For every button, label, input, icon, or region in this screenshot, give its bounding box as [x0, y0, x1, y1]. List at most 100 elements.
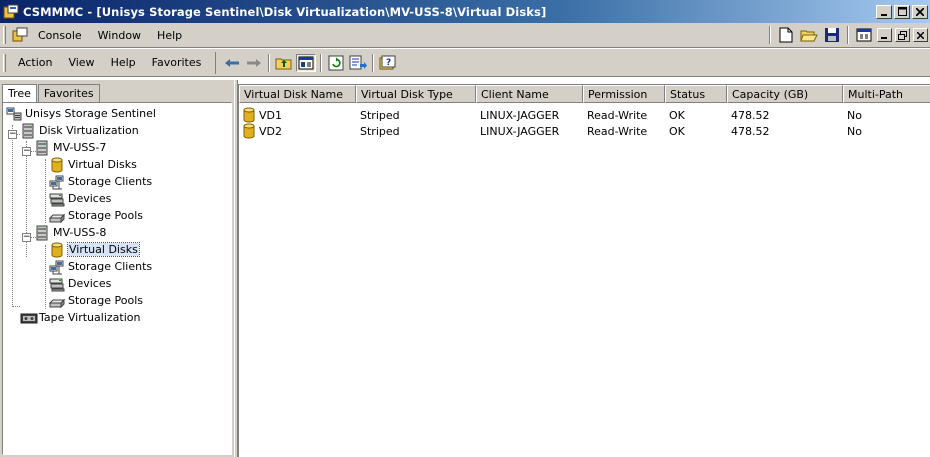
collapse-toggle[interactable]: −	[8, 130, 17, 139]
tree-node-devices[interactable]: Devices	[49, 275, 111, 292]
help-button[interactable]: ?	[378, 54, 398, 72]
table-cell-virtual-disk-type: Striped	[360, 107, 476, 123]
menu-view[interactable]: View	[60, 54, 102, 71]
collapse-toggle[interactable]: −	[22, 147, 31, 156]
virtual-disk-icon	[49, 242, 65, 258]
tab-tree-label: Tree	[8, 87, 31, 100]
tree-node-label: Devices	[68, 277, 112, 290]
save-button[interactable]	[822, 26, 842, 44]
up-one-level-button[interactable]	[274, 54, 294, 72]
column-header-client-name[interactable]: Client Name	[476, 85, 583, 103]
tree-node-label: Devices	[68, 192, 112, 205]
new-button[interactable]	[776, 26, 796, 44]
column-header-capacity-gb[interactable]: Capacity (GB)	[727, 85, 843, 103]
server-icon	[34, 225, 50, 241]
table-cell-virtual-disk-name: VD1	[242, 107, 355, 123]
table-cell-multi-path: No	[847, 107, 930, 123]
tree-node-label: Disk Virtualization	[39, 124, 139, 137]
tree-connector	[12, 125, 13, 307]
toolbar-separator	[769, 26, 771, 44]
tree-connector	[45, 159, 46, 223]
table-cell-client-name: LINUX-JAGGER	[480, 107, 583, 123]
column-header-status[interactable]: Status	[665, 85, 727, 103]
csmmmc-app-icon	[3, 4, 19, 20]
tree-node-label: Tape Virtualization	[39, 311, 141, 324]
table-cell-text: VD2	[259, 124, 282, 138]
open-button[interactable]	[799, 26, 819, 44]
close-icon	[916, 7, 924, 16]
table-cell-client-name: LINUX-JAGGER	[480, 123, 583, 139]
tree-node-unisys-storage-sentinel[interactable]: Unisys Storage Sentinel	[6, 105, 156, 122]
refresh-button[interactable]	[326, 54, 346, 72]
column-header-virtual-disk-type[interactable]: Virtual Disk Type	[356, 85, 476, 103]
menu-action-label: Action	[18, 56, 53, 69]
export-list-button[interactable]	[348, 54, 368, 72]
tree-node-storage-clients[interactable]: Storage Clients	[49, 173, 152, 190]
virtual-disk-icon	[242, 123, 256, 139]
new-document-icon	[779, 27, 793, 43]
tree-node-storage-pools[interactable]: Storage Pools	[48, 207, 143, 224]
mdi-close-button[interactable]	[913, 28, 928, 42]
column-header-multi-path[interactable]: Multi-Path	[843, 85, 930, 103]
maximize-button[interactable]	[894, 4, 910, 19]
menu-console[interactable]: Console	[30, 27, 90, 44]
menu-window[interactable]: Window	[90, 27, 149, 44]
tree-node-storage-clients[interactable]: Storage Clients	[49, 258, 152, 275]
menu-view-label: View	[68, 56, 95, 69]
new-window-icon	[856, 28, 872, 42]
table-cell-text: Read-Write	[587, 108, 648, 122]
help-book-icon: ?	[379, 55, 396, 69]
storage-clients-icon	[49, 259, 65, 275]
forward-button[interactable]	[244, 54, 264, 72]
tree-node-label: Unisys Storage Sentinel	[25, 107, 156, 120]
table-cell-text: LINUX-JAGGER	[480, 124, 560, 138]
close-button[interactable]	[912, 4, 928, 19]
menu-console-label: Console	[38, 28, 82, 42]
tree-node-mv-uss-7[interactable]: MV-USS-7	[34, 139, 106, 156]
back-button[interactable]	[222, 54, 242, 72]
table-row[interactable]: VD1 Striped LINUX-JAGGER Read-Write OK 478.52…	[239, 107, 929, 123]
server-icon	[20, 123, 36, 139]
menu-action[interactable]: Action	[10, 54, 60, 71]
tree-node-virtual-disks[interactable]: Virtual Disks	[49, 241, 140, 258]
save-disk-icon	[825, 28, 839, 42]
toolbar-separator	[320, 53, 323, 72]
new-window-button[interactable]	[854, 26, 874, 44]
tree-node-mv-uss-8[interactable]: MV-USS-8	[34, 224, 106, 241]
mdi-minimize-button[interactable]	[877, 28, 892, 42]
tree-node-tape-virtualization[interactable]: Tape Virtualization	[20, 309, 140, 326]
collapse-toggle[interactable]: −	[22, 233, 31, 242]
column-header-virtual-disk-name[interactable]: Virtual Disk Name	[239, 85, 356, 103]
menu-help[interactable]: Help	[149, 27, 190, 44]
tree-node-virtual-disks[interactable]: Virtual Disks	[49, 156, 137, 173]
mdi-restore-button[interactable]	[895, 28, 910, 42]
menu-favorites-label: Favorites	[151, 56, 202, 69]
table-row[interactable]: VD2 Striped LINUX-JAGGER Read-Write OK 478.52…	[239, 123, 929, 139]
tree-node-disk-virtualization[interactable]: Disk Virtualization	[20, 122, 139, 139]
tab-tree[interactable]: Tree	[2, 84, 37, 103]
table-cell-text: Striped	[360, 108, 400, 122]
table-cell-virtual-disk-name: VD2	[242, 123, 355, 139]
export-list-icon	[349, 55, 368, 69]
menu-favorites[interactable]: Favorites	[144, 54, 210, 71]
tree-node-devices[interactable]: Devices	[49, 190, 111, 207]
svg-text:?: ?	[386, 58, 391, 68]
storage-pool-icon	[48, 293, 66, 309]
tree-node-storage-pools[interactable]: Storage Pools	[48, 292, 144, 309]
tab-favorites[interactable]: Favorites	[37, 84, 100, 102]
table-cell-status: OK	[669, 107, 727, 123]
show-hide-tree-button[interactable]	[296, 53, 317, 72]
table-cell-permission: Read-Write	[587, 123, 665, 139]
tree-node-label: Storage Pools	[68, 294, 144, 307]
window-title: CSMMMC - [Unisys Storage Sentinel\Disk V…	[23, 4, 547, 19]
column-header-permission[interactable]: Permission	[583, 85, 665, 103]
virtual-disk-icon	[242, 107, 256, 123]
storage-clients-icon	[49, 174, 65, 190]
console-tree[interactable]: − − − Unisys Storage Sentinel Disk Virtua…	[2, 102, 232, 455]
table-cell-text: No	[847, 108, 862, 122]
tree-node-label: Storage Clients	[68, 260, 153, 273]
minimize-button[interactable]	[876, 4, 892, 19]
menu-action-help[interactable]: Help	[103, 54, 144, 71]
table-cell-permission: Read-Write	[587, 107, 665, 123]
devices-icon	[49, 191, 65, 207]
